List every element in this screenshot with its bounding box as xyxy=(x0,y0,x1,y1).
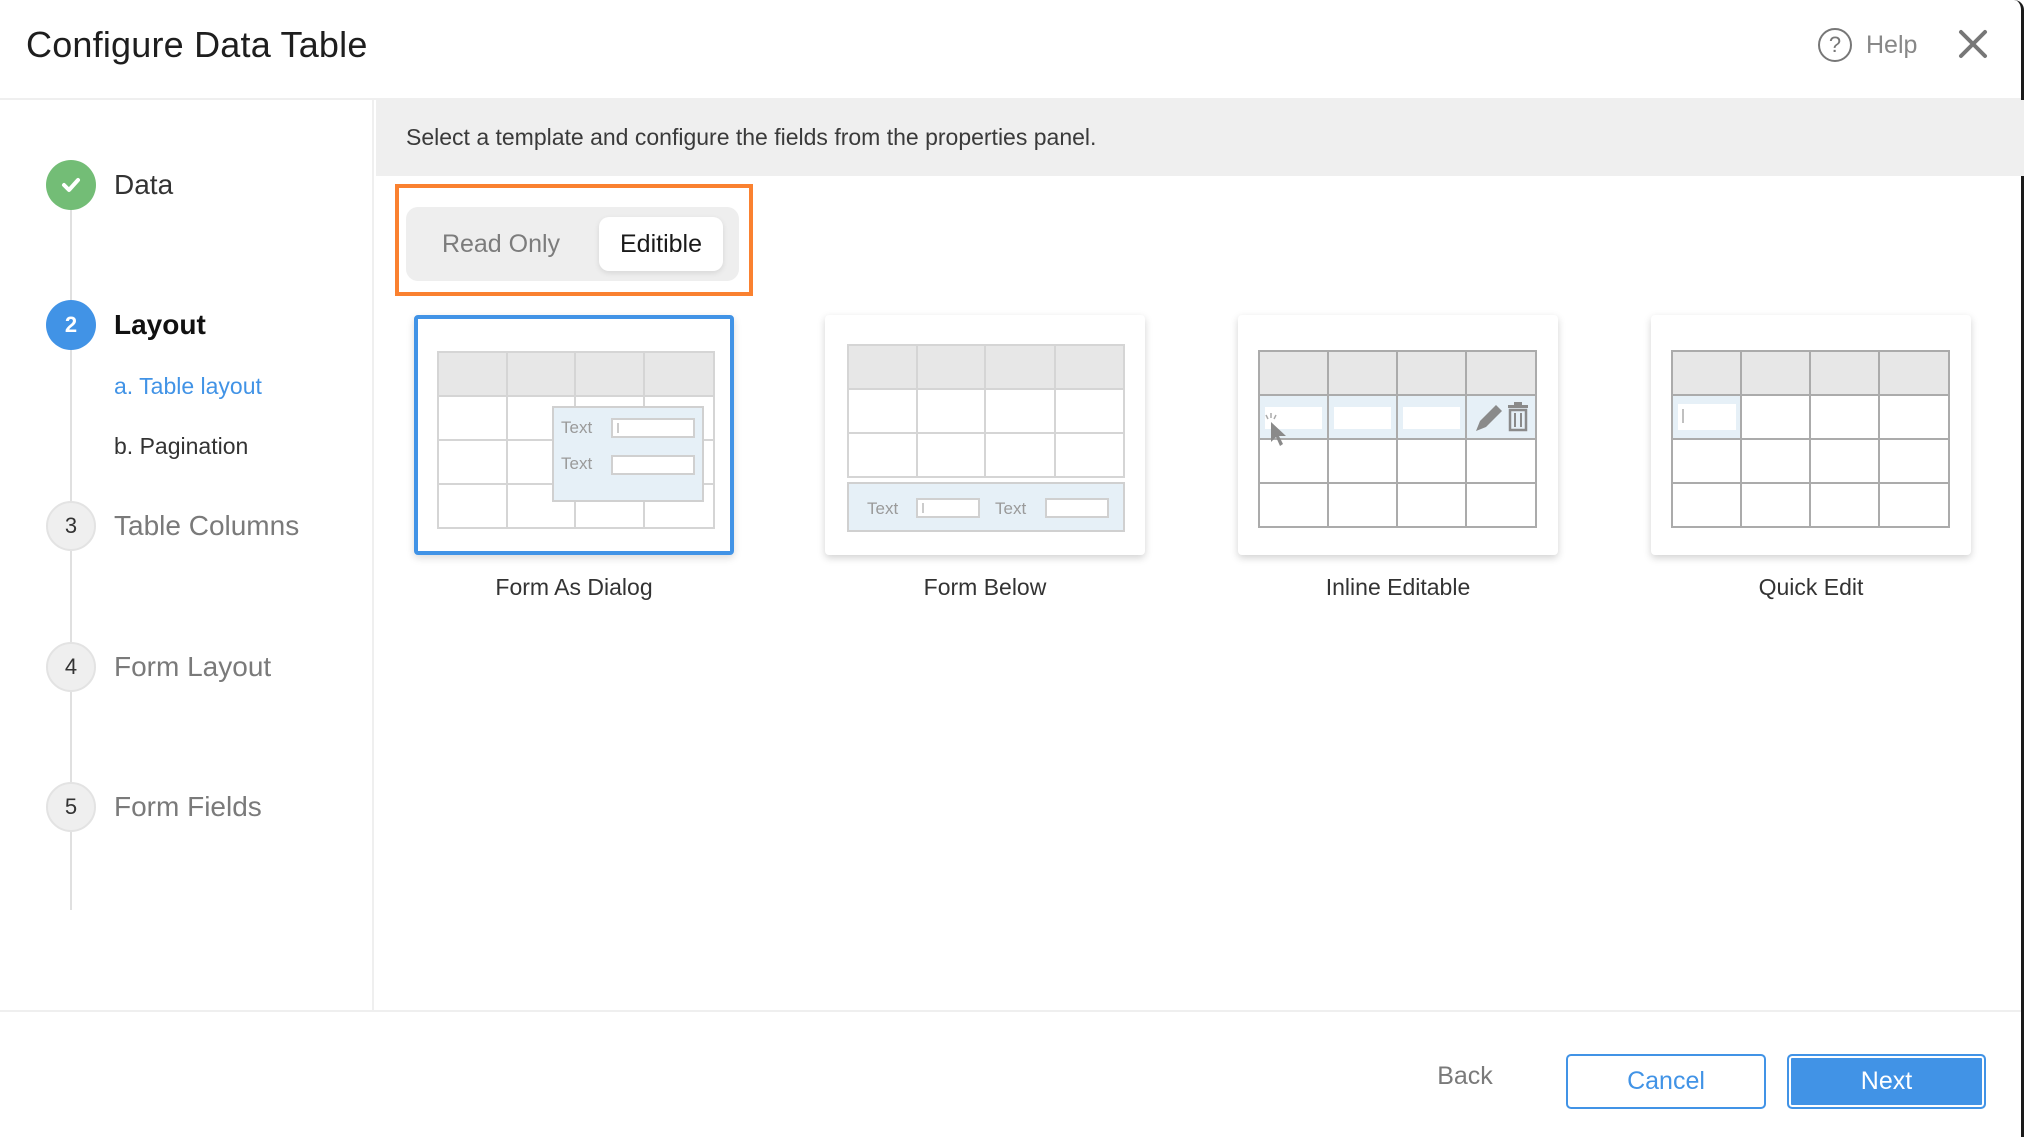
instruction-bar: Select a template and configure the fiel… xyxy=(376,100,2024,176)
form-as-dialog-preview: Text Text xyxy=(437,351,715,529)
step-label: Layout xyxy=(114,309,206,340)
next-button[interactable]: Next xyxy=(1787,1054,1986,1109)
close-button[interactable] xyxy=(1955,26,1991,62)
dialog-title: Configure Data Table xyxy=(26,24,368,65)
instruction-text: Select a template and configure the fiel… xyxy=(406,124,1097,150)
template-label: Inline Editable xyxy=(1325,574,1471,600)
toggle-read-only[interactable]: Read Only xyxy=(416,217,586,271)
step-number: 2 xyxy=(46,300,96,350)
help-button[interactable]: ? Help xyxy=(1818,28,1917,62)
check-icon xyxy=(62,178,80,192)
dialog-header: Configure Data Table ? Help xyxy=(0,0,2021,100)
template-card-form-below[interactable]: Text Text xyxy=(825,315,1145,555)
question-circle-icon: ? xyxy=(1818,28,1852,62)
template-card-quick-edit[interactable] xyxy=(1651,315,1971,555)
template-card-inline-editable[interactable] xyxy=(1238,315,1558,555)
step-label: Data xyxy=(114,169,174,200)
preview-text: Text xyxy=(867,499,898,518)
preview-text: Text xyxy=(561,454,592,473)
form-below-preview: Text Text xyxy=(847,344,1125,532)
cancel-button[interactable]: Cancel xyxy=(1566,1054,1766,1109)
back-button[interactable]: Back xyxy=(1410,1062,1520,1091)
preview-text: Text xyxy=(995,499,1026,518)
step-label: Form Fields xyxy=(114,791,262,822)
quick-edit-preview xyxy=(1671,350,1950,528)
substep-pagination[interactable]: b. Pagination xyxy=(114,433,248,460)
mode-toggle: Read Only Editible xyxy=(406,207,739,281)
close-icon xyxy=(1959,30,1987,58)
inline-editable-preview xyxy=(1258,350,1537,528)
toggle-editable[interactable]: Editible xyxy=(599,217,723,271)
template-card-form-as-dialog[interactable]: Text Text xyxy=(414,315,734,555)
step-label: Form Layout xyxy=(114,651,272,682)
preview-text: Text xyxy=(561,418,592,437)
dialog-footer: Back Cancel Next xyxy=(0,1010,2021,1137)
step-form-layout[interactable]: 4 Form Layout xyxy=(46,642,271,692)
step-form-fields[interactable]: 5 Form Fields xyxy=(46,782,262,832)
configure-data-table-dialog: Configure Data Table ? Help Data 2 Layou… xyxy=(0,0,2024,1137)
step-table-columns[interactable]: 3 Table Columns xyxy=(46,501,299,551)
substep-table-layout[interactable]: a. Table layout xyxy=(114,373,262,400)
step-number: 5 xyxy=(46,782,96,832)
wizard-stepper: Data 2 Layout a. Table layout b. Paginat… xyxy=(0,100,374,1010)
template-label: Form As Dialog xyxy=(495,574,653,600)
step-data[interactable]: Data xyxy=(46,160,173,210)
step-label: Table Columns xyxy=(114,510,300,541)
template-label: Quick Edit xyxy=(1758,574,1864,600)
template-label: Form Below xyxy=(923,574,1047,600)
step-layout[interactable]: 2 Layout xyxy=(46,300,206,350)
step-number: 3 xyxy=(46,501,96,551)
step-number: 4 xyxy=(46,642,96,692)
step-status-done xyxy=(46,160,96,210)
help-label: Help xyxy=(1866,30,1918,59)
